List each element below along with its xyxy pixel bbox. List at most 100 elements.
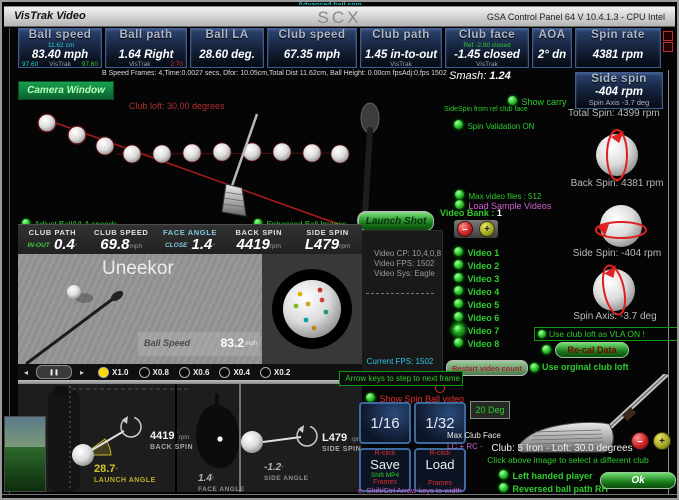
use-club-loft-toggle[interactable]: Use club loft as VLA ON ! xyxy=(534,327,679,341)
step-back-icon[interactable]: ◂ xyxy=(24,368,28,377)
club-loft-label: Club loft: 30.00 degrees xyxy=(129,101,225,111)
ball-speed-overlay-unit: mph xyxy=(245,341,257,347)
speed-radio-x06[interactable] xyxy=(179,367,190,378)
video-led xyxy=(454,299,463,308)
app-title: VisTrak Video xyxy=(14,10,86,22)
metric-club-speed: CLUB SPEED 69.8mph xyxy=(87,225,156,255)
bank-minus-button[interactable]: – xyxy=(457,221,473,237)
smash-value: 1.24 xyxy=(489,70,510,82)
tile-foot-mid: VisTrak xyxy=(49,61,71,69)
tile-value: 1.64 Right xyxy=(106,49,186,61)
video-led xyxy=(454,247,463,256)
spin-validation-label: Spin Validation ON xyxy=(467,122,534,131)
vistrak-window: Advanced ball spin VisTrak Video SCX GSA… xyxy=(0,0,679,500)
speed-radio-x1[interactable] xyxy=(98,367,109,378)
tile-ball-speed: Ball speed 11.62 cm 83.40 mph 97.60VisTr… xyxy=(18,28,102,68)
video-sys: Video Sys: Eagle xyxy=(358,269,442,279)
tile-spin-rate: Spin rate 4381 rpm xyxy=(575,28,661,68)
step-forward-icon[interactable]: ▸ xyxy=(80,368,84,377)
clipped-top-text: Advanced ball spin xyxy=(298,2,418,5)
side-spin-ball-icon xyxy=(595,200,647,252)
recal-led xyxy=(542,345,551,354)
resize-hint: e, Shift/Ctrl Arrow keys to width xyxy=(358,486,462,495)
club-plus-button[interactable]: + xyxy=(653,432,671,450)
panel-version-title: GSA Control Panel 64 V 10.4.1.3 - CPU In… xyxy=(487,12,665,22)
spin-validation-led xyxy=(454,120,463,129)
tile-aoa: AOA 2° dn xyxy=(532,28,572,68)
ball-closeup-view xyxy=(262,254,362,364)
tile-note: 11.62 cm xyxy=(19,42,101,49)
video-bank-stepper: – + xyxy=(454,220,498,238)
club-face-deg-box: 20 Deg xyxy=(470,401,510,419)
tile-foot-mid: VisTrak xyxy=(476,61,498,69)
video-list: Video 1 Video 2 Video 3 Video 4 Video 5 … xyxy=(454,243,499,347)
speed-radio-x04[interactable] xyxy=(219,367,230,378)
back-spin-label: Back Spin: 4381 rpm xyxy=(562,178,672,189)
ball-speed-overlay-label: Ball Speed xyxy=(144,338,190,348)
video-bank: Video Bank : 1 xyxy=(440,208,502,218)
video-item[interactable]: Video 4 xyxy=(454,282,499,295)
pause-icon[interactable]: ❚❚ xyxy=(36,365,72,379)
speed-radio-x02[interactable] xyxy=(260,367,271,378)
speed-radio-x08[interactable] xyxy=(139,367,150,378)
show-carry-label: Show carry xyxy=(521,97,566,107)
video-bank-label: Video Bank : xyxy=(440,208,494,218)
sim-screen-thumbnail[interactable] xyxy=(4,416,46,492)
video-item[interactable]: Video 2 xyxy=(454,256,499,269)
camera-window-button[interactable]: Camera Window xyxy=(18,81,114,100)
ball-speed-overlay: Ball Speed 83.2 mph xyxy=(138,332,260,356)
video-item[interactable]: Video 7 xyxy=(454,321,499,334)
tile-club-speed: Club speed 67.35 mph xyxy=(267,28,357,68)
tile-value: 1.45 in-to-out xyxy=(361,49,441,61)
tile-label: Ball path xyxy=(106,29,186,42)
video-item[interactable]: Video 3 xyxy=(454,269,499,282)
tile-sub: Spin Axis -3.7 deg xyxy=(576,98,662,107)
bank-plus-button[interactable]: + xyxy=(479,221,495,237)
tile-foot-left: 97.60 xyxy=(22,61,38,69)
tile-label: Ball speed xyxy=(19,29,101,42)
gauge-side-angle: -1.2° SIDE ANGLE xyxy=(264,457,309,482)
playback-bar: ◂ ❚❚ ▸ X1.0 X0.8 X0.6 X0.4 X0.2 xyxy=(18,364,362,380)
metric-back-spin: BACK SPIN 4419rpm xyxy=(224,225,293,255)
video-item[interactable]: Video 1 xyxy=(454,243,499,256)
smash-label: Smash: xyxy=(449,70,486,82)
show-carry-led xyxy=(508,96,517,105)
background-red-marker-2 xyxy=(663,42,673,52)
camera-brand: Uneekor xyxy=(102,258,174,280)
reversed-path-toggle[interactable]: Reversed ball path RH xyxy=(499,479,608,497)
shot-metrics-strip: CLUB PATH IN-OUT 0.4° CLUB SPEED 69.8mph… xyxy=(18,224,362,255)
spin-validation-toggle[interactable]: Spin Validation ON xyxy=(454,116,534,134)
metric-side-spin: SIDE SPIN L479rpm xyxy=(293,225,362,255)
show-spin-led xyxy=(366,393,375,402)
video-item[interactable]: Video 5 xyxy=(454,295,499,308)
club-info-line: Club: 5 Iron - Loft: 30.0 degrees xyxy=(472,443,652,454)
ball-closeup-graphic xyxy=(262,254,362,364)
club-click-hint: Click above image to select a different … xyxy=(470,455,666,465)
tile-foot-right: 97.60 xyxy=(82,61,98,69)
background-red-marker-1 xyxy=(663,31,673,41)
ball-speed-overlay-value: 83.2 xyxy=(221,336,244,350)
launch-shot-outer: Launch Shot xyxy=(357,211,433,230)
ok-button[interactable]: Ok xyxy=(600,472,676,489)
frame-1-16-button[interactable]: 1/16 xyxy=(359,402,411,444)
use-original-loft-led xyxy=(530,363,539,372)
tile-value: -1.45 closed xyxy=(446,49,528,61)
recal-data-button[interactable]: Re-cal Data xyxy=(555,342,629,358)
back-spin-ball-icon xyxy=(591,129,643,181)
reversed-path-label: Reversed ball path RH xyxy=(512,484,608,494)
brand-logo: SCX xyxy=(318,8,362,28)
video-info-panel: Video CP: 10,4,0,8 Video FPS: 1502 Video… xyxy=(357,230,443,372)
smash-factor: Smash: 1.24 xyxy=(449,70,511,82)
left-handed-led xyxy=(499,470,508,479)
tile-label: Side spin xyxy=(576,73,662,86)
camera-view: Uneekor Ball Speed 83.2 mph xyxy=(18,254,262,364)
launch-shot-button[interactable]: Launch Shot xyxy=(358,212,434,231)
tile-value: -404 rpm xyxy=(576,86,662,98)
use-original-loft-label[interactable]: Use orginal club loft xyxy=(542,362,629,372)
tile-foot-right: 2.70 xyxy=(170,61,183,69)
tile-label: Spin rate xyxy=(576,29,660,42)
video-item[interactable]: Video 8 xyxy=(454,334,499,347)
video-item[interactable]: Video 6 xyxy=(454,308,499,321)
sidespin-source-label: SideSpin from rel club face xyxy=(444,106,528,113)
tile-label: Ball LA xyxy=(191,29,263,42)
